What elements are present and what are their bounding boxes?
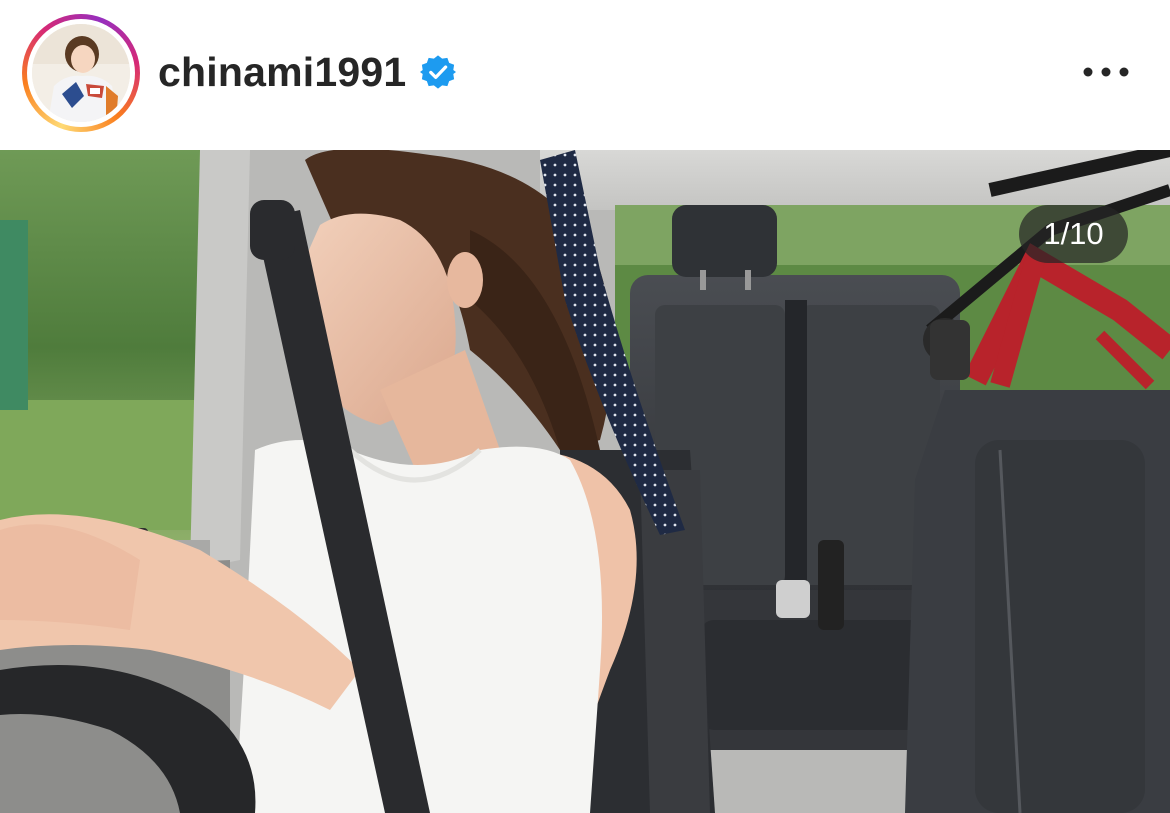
- post-photo[interactable]: [0, 150, 1170, 813]
- story-ring[interactable]: [22, 14, 140, 132]
- verified-badge-icon: [420, 55, 457, 89]
- username[interactable]: chinami1991: [158, 49, 406, 96]
- avatar-border: [27, 19, 135, 127]
- more-horizontal-icon: [1083, 67, 1129, 77]
- post-header: chinami1991: [0, 0, 1170, 150]
- avatar[interactable]: [32, 24, 130, 122]
- avatar-image: [32, 24, 130, 122]
- carousel-counter: 1/10: [1019, 205, 1128, 263]
- more-options-button[interactable]: [1078, 52, 1134, 92]
- photo-image: [0, 150, 1170, 813]
- username-row: chinami1991: [158, 44, 457, 100]
